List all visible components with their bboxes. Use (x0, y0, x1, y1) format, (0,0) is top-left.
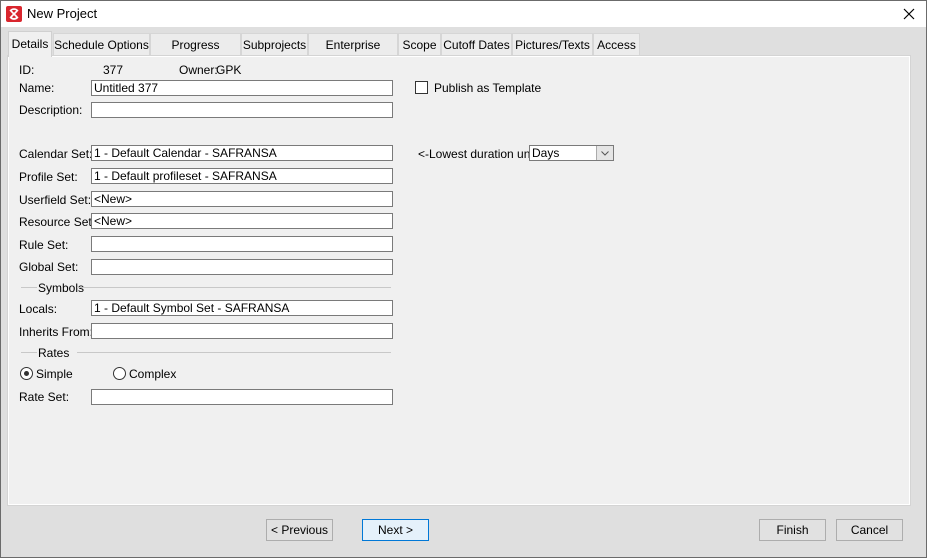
tab-enterprise-fields[interactable]: Enterprise Fields (308, 33, 398, 74)
userfield-set-label: Userfield Set: (19, 193, 92, 207)
tab-scope[interactable]: Scope (398, 33, 441, 55)
profile-set-input[interactable]: 1 - Default profileset - SAFRANSA (91, 168, 393, 184)
radio-selected-dot (24, 371, 29, 376)
calendar-set-label: Calendar Set: (19, 147, 93, 161)
window-title: New Project (27, 6, 98, 21)
tab-cutoff-dates[interactable]: Cutoff Dates (441, 33, 512, 55)
name-input[interactable]: Untitled 377 (91, 80, 393, 96)
description-input[interactable] (91, 102, 393, 118)
rates-group-label: Rates (38, 346, 70, 360)
name-label: Name: (19, 81, 55, 95)
global-set-label: Global Set: (19, 260, 79, 274)
details-panel: ID: 377 Owner: GPK Name: Untitled 377 De… (8, 56, 910, 505)
profile-set-label: Profile Set: (19, 170, 78, 184)
lowest-duration-select[interactable]: Days (529, 145, 614, 161)
rates-divider-left (21, 352, 37, 353)
inherits-from-label: Inherits From: (19, 325, 94, 339)
description-label: Description: (19, 103, 83, 117)
complex-radio[interactable] (113, 367, 126, 380)
tab-progress-method[interactable]: Progress Method (150, 33, 241, 74)
rule-set-label: Rule Set: (19, 238, 69, 252)
new-project-dialog: New Project Details Schedule Options Pro… (0, 0, 927, 558)
previous-button[interactable]: < Previous (266, 519, 333, 541)
rule-set-input[interactable] (91, 236, 393, 252)
tab-subprojects[interactable]: Subprojects (241, 33, 308, 55)
rate-set-input[interactable] (91, 389, 393, 405)
inherits-from-input[interactable] (91, 323, 393, 339)
complex-radio-label: Complex (129, 367, 177, 381)
lowest-duration-label: <-Lowest duration units (418, 147, 543, 161)
locals-input[interactable]: 1 - Default Symbol Set - SAFRANSA (91, 300, 393, 316)
userfield-set-input[interactable]: <New> (91, 191, 393, 207)
finish-button[interactable]: Finish (759, 519, 826, 541)
resource-set-label: Resource Set: (19, 215, 96, 229)
safran-logo-icon (6, 6, 22, 22)
calendar-set-input[interactable]: 1 - Default Calendar - SAFRANSA (91, 145, 393, 161)
tab-pictures-texts[interactable]: Pictures/Texts (512, 33, 593, 55)
locals-label: Locals: (19, 302, 58, 316)
publish-template-checkbox[interactable] (415, 81, 428, 94)
id-value: 377 (103, 63, 124, 77)
rate-set-label: Rate Set: (19, 390, 70, 404)
owner-label: Owner: (179, 63, 218, 77)
tab-details[interactable]: Details (8, 31, 52, 57)
symbols-group-label: Symbols (38, 281, 85, 295)
id-label: ID: (19, 63, 35, 77)
tab-schedule-options[interactable]: Schedule Options (53, 33, 150, 55)
chevron-down-icon[interactable] (596, 146, 613, 160)
cancel-button[interactable]: Cancel (836, 519, 903, 541)
title-bar: New Project (1, 1, 926, 27)
global-set-input[interactable] (91, 259, 393, 275)
close-icon (903, 8, 915, 20)
simple-radio-label: Simple (36, 367, 73, 381)
tab-access[interactable]: Access (593, 33, 640, 55)
symbols-divider-right (77, 287, 391, 288)
next-button[interactable]: Next > (362, 519, 429, 541)
simple-radio[interactable] (20, 367, 33, 380)
rates-divider-right (77, 352, 391, 353)
symbols-divider-left (21, 287, 37, 288)
close-button[interactable] (898, 4, 920, 24)
resource-set-input[interactable]: <New> (91, 213, 393, 229)
owner-value: GPK (216, 63, 242, 77)
publish-template-label: Publish as Template (434, 81, 542, 95)
lowest-duration-value: Days (532, 146, 560, 160)
